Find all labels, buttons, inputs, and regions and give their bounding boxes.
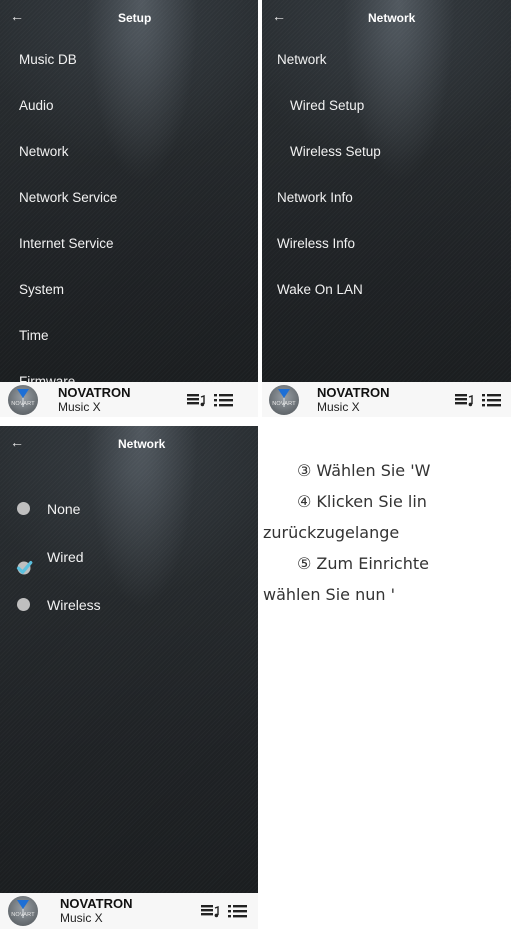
instruction-step-4: ④ Klicken Sie lin (297, 492, 427, 511)
bottom-bar: NOVART NOVATRON Music X (0, 382, 258, 417)
page-title: Network (118, 437, 166, 451)
instruction-step-3: ③ Wählen Sie 'W (297, 461, 431, 480)
brand-name: NOVATRON (60, 896, 133, 911)
option-wired[interactable]: Wired (0, 533, 258, 581)
brand-name: NOVATRON (317, 385, 390, 400)
novart-logo-icon[interactable]: NOVART (269, 385, 299, 415)
menu-item-network[interactable]: Network (262, 37, 511, 83)
menu-item-internet-service[interactable]: Internet Service (0, 221, 258, 267)
setup-screen: ← Setup Music DB Audio Network Network S… (0, 0, 258, 417)
bottom-bar-icons (186, 391, 235, 409)
instruction-text-continued: zurückzugelange ⑤ Zum Einrichte wählen S… (263, 517, 511, 627)
menu-item-wireless-setup[interactable]: Wireless Setup (262, 129, 511, 175)
menu-item-network-info[interactable]: Network Info (262, 175, 511, 221)
menu-list-icon[interactable] (227, 902, 249, 924)
novart-logo-icon[interactable]: NOVART (8, 896, 38, 926)
device-name: Music X (58, 400, 101, 414)
bottom-bar: NOVART NOVATRON Music X (262, 382, 511, 417)
menu-item-wake-on-lan[interactable]: Wake On LAN (262, 267, 511, 313)
menu-item-wired-setup[interactable]: Wired Setup (262, 83, 511, 129)
arrow-left-icon[interactable]: ← (10, 9, 24, 23)
instruction-step-4-cont: zurückzugelange (263, 523, 400, 542)
logo-glass-icon (278, 389, 290, 407)
option-none[interactable]: None (0, 485, 258, 533)
bottom-bar: NOVART NOVATRON Music X (0, 893, 258, 929)
setup-menu: Music DB Audio Network Network Service I… (0, 37, 258, 405)
option-label: Wired (47, 549, 84, 565)
device-name: Music X (60, 911, 103, 925)
title-bar: ← Network (262, 0, 511, 34)
novart-logo-icon[interactable]: NOVART (8, 385, 38, 415)
instruction-step-5-cont: wählen Sie nun ' (263, 585, 395, 604)
network-type-screen: ← Network None Wired Wireless NOVART NOV… (0, 426, 258, 929)
menu-item-audio[interactable]: Audio (0, 83, 258, 129)
option-label: Wireless (47, 597, 101, 613)
check-icon[interactable] (15, 548, 33, 575)
music-library-icon[interactable] (200, 902, 222, 924)
bottom-bar-icons (200, 902, 249, 920)
device-name: Music X (317, 400, 360, 414)
music-library-icon[interactable] (454, 391, 476, 413)
page-title: Setup (118, 11, 152, 25)
brand-name: NOVATRON (58, 385, 131, 400)
menu-list-icon[interactable] (213, 391, 235, 413)
radio-dot-icon[interactable] (17, 502, 30, 515)
option-label: None (47, 501, 81, 517)
logo-glass-icon (17, 389, 29, 407)
menu-item-system[interactable]: System (0, 267, 258, 313)
logo-glass-icon (17, 900, 29, 918)
logo-text: NOVART (11, 912, 35, 918)
logo-text: NOVART (272, 401, 296, 407)
instruction-step-5: ⑤ Zum Einrichte (297, 554, 429, 573)
arrow-left-icon[interactable]: ← (272, 9, 286, 23)
network-menu-screen: ← Network Network Wired Setup Wireless S… (262, 0, 511, 417)
menu-item-time[interactable]: Time (0, 313, 258, 359)
bottom-bar-icons (454, 391, 503, 409)
network-type-options: None Wired Wireless (0, 485, 258, 629)
menu-list-icon[interactable] (481, 391, 503, 413)
menu-item-wireless-info[interactable]: Wireless Info (262, 221, 511, 267)
option-wireless[interactable]: Wireless (0, 581, 258, 629)
menu-item-music-db[interactable]: Music DB (0, 37, 258, 83)
title-bar: ← Network (0, 426, 258, 460)
radio-dot-icon[interactable] (17, 598, 30, 611)
menu-item-network-service[interactable]: Network Service (0, 175, 258, 221)
music-library-icon[interactable] (186, 391, 208, 413)
logo-text: NOVART (11, 401, 35, 407)
page-title: Network (368, 11, 416, 25)
title-bar: ← Setup (0, 0, 258, 34)
menu-item-network[interactable]: Network (0, 129, 258, 175)
network-menu: Network Wired Setup Wireless Setup Netwo… (262, 37, 511, 313)
arrow-left-icon[interactable]: ← (10, 435, 24, 449)
